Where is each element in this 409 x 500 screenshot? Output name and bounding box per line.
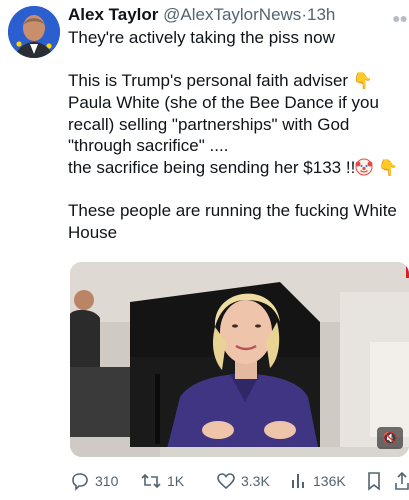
- share-button[interactable]: [394, 470, 409, 492]
- post-line: the sacrifice being sending her $133 !!: [68, 157, 356, 177]
- post-line: They're actively taking the piss now: [68, 28, 335, 47]
- muted-speaker-icon: 🔇: [382, 431, 398, 445]
- reply-count: 310: [95, 473, 119, 489]
- post-line-container: the sacrifice being sending her $133 !! …: [68, 157, 408, 180]
- pointing-down-icon: 👇: [352, 72, 373, 90]
- heart-icon: [217, 473, 235, 490]
- post-line: "through sacrifice" ....: [68, 136, 229, 155]
- post-line: This is Trump's personal faith adviser: [68, 70, 349, 90]
- like-button[interactable]: 3.3K: [216, 470, 270, 492]
- post-line-container: This is Trump's personal faith adviser 👇: [68, 70, 408, 93]
- video-player[interactable]: 🔇: [70, 262, 409, 457]
- mute-toggle[interactable]: 🔇: [377, 427, 403, 449]
- clown-face-icon: [355, 158, 373, 176]
- video-frame: [70, 262, 409, 457]
- post-header: Alex Taylor @AlexTaylorNews·13h: [68, 4, 335, 26]
- more-icon[interactable]: ●●: [392, 10, 408, 26]
- pointing-down-icon: 👇: [378, 159, 398, 177]
- post-time[interactable]: 13h: [307, 5, 335, 24]
- share-icon: [395, 471, 409, 490]
- author-avatar[interactable]: [8, 6, 60, 58]
- reply-button[interactable]: 310: [70, 470, 118, 492]
- view-count: 136K: [313, 473, 346, 489]
- post-text: They're actively taking the piss now Thi…: [68, 27, 408, 243]
- post-line: Paula White (she of the Bee Dance if you: [68, 93, 379, 112]
- author-handle[interactable]: @AlexTaylorNews: [163, 5, 301, 24]
- repost-icon: [141, 473, 161, 489]
- bookmark-button[interactable]: [366, 470, 382, 492]
- author-name[interactable]: Alex Taylor: [68, 5, 158, 24]
- post-line: These people are running the fucking Whi…: [68, 201, 397, 220]
- like-count: 3.3K: [241, 473, 270, 489]
- repost-count: 1K: [167, 473, 185, 489]
- bookmark-icon: [368, 472, 380, 491]
- views-button[interactable]: 136K: [290, 470, 346, 492]
- reply-icon: [72, 473, 88, 491]
- action-bar: 310 1K 3.3K 136K: [70, 470, 409, 492]
- views-icon: [292, 474, 304, 488]
- post-line: recall) selling "partnerships" with God: [68, 114, 350, 134]
- post-line: House: [68, 222, 118, 242]
- repost-button[interactable]: 1K: [140, 470, 184, 492]
